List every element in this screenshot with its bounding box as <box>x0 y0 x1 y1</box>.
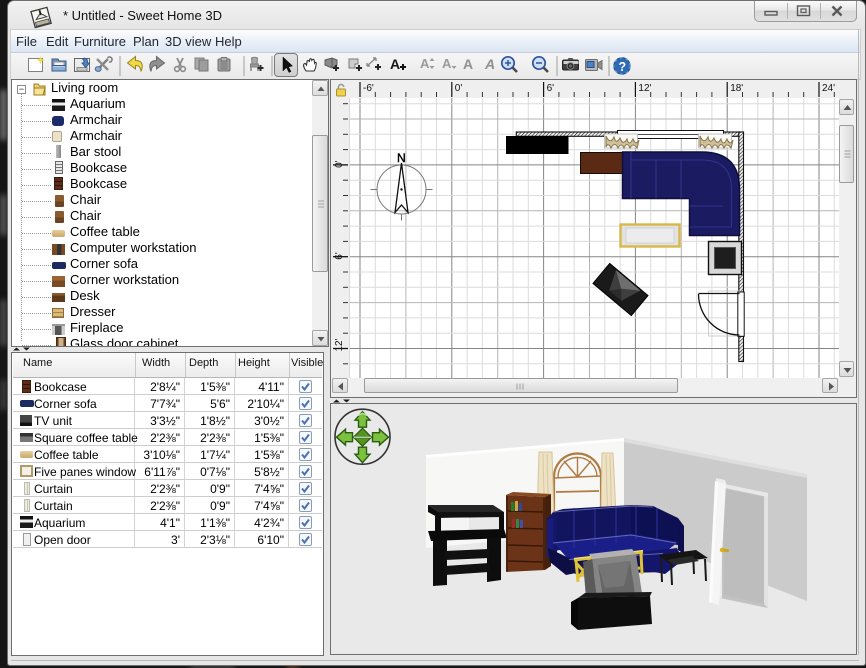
svg-text:6': 6' <box>334 252 345 260</box>
svg-text:A: A <box>390 56 400 72</box>
svg-text:A: A <box>420 56 430 71</box>
svg-text:12': 12' <box>638 83 651 94</box>
svg-text:A: A <box>463 56 473 72</box>
svg-text:N: N <box>397 151 406 165</box>
svg-text:-6': -6' <box>363 83 374 94</box>
svg-text:0': 0' <box>455 83 463 94</box>
svg-text:A: A <box>442 56 452 71</box>
svg-text:A: A <box>484 56 495 72</box>
svg-text:6': 6' <box>547 83 555 94</box>
svg-text:12': 12' <box>334 338 345 351</box>
svg-text:?: ? <box>619 60 627 74</box>
svg-text:0': 0' <box>334 160 345 168</box>
svg-text:24': 24' <box>822 83 835 94</box>
svg-text:18': 18' <box>730 83 743 94</box>
